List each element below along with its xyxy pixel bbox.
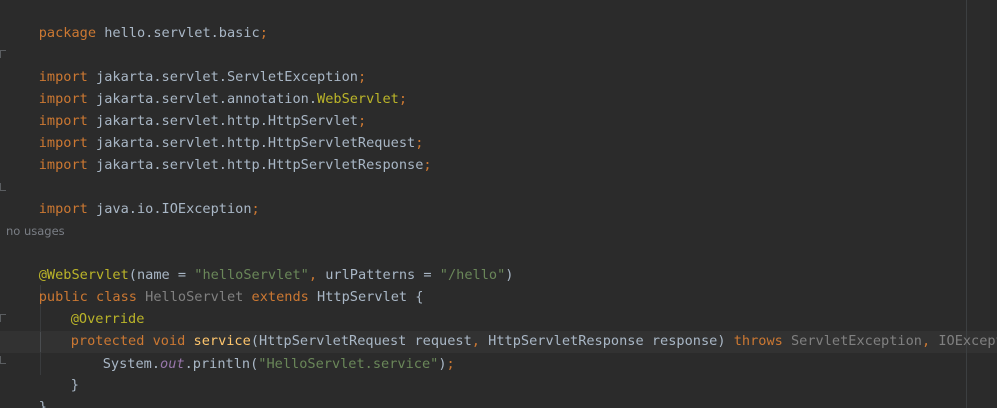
code-line-class-declaration[interactable]: public class HelloServlet extends HttpSe… (6, 264, 424, 305)
fold-marker-icon[interactable] (0, 356, 6, 364)
keyword: throws (733, 333, 783, 349)
import-path: java.io.IOException (87, 201, 252, 217)
comma: , (921, 333, 931, 349)
semicolon: ; (423, 157, 432, 173)
semicolon: ; (446, 356, 455, 372)
package-name: hello.servlet.basic (96, 25, 260, 41)
semicolon: ; (251, 201, 260, 217)
code-line-override[interactable]: @Override (38, 286, 145, 327)
keyword: package (38, 25, 97, 41)
code-line-import[interactable]: import jakarta.servlet.http.HttpServlet; (6, 88, 366, 129)
usages-inlay-hint[interactable]: no usages (6, 222, 65, 240)
exception-type: IOException (938, 333, 997, 349)
string-literal: "/hello" (439, 267, 506, 283)
code-line-method-signature[interactable]: protected void service(HttpServletReques… (38, 308, 997, 349)
code-line-import[interactable]: import jakarta.servlet.http.HttpServletR… (6, 110, 424, 151)
keyword: extends (243, 289, 309, 305)
code-line-closing-brace[interactable]: } (6, 374, 47, 408)
code-text: .println( (184, 356, 259, 372)
brace: } (38, 399, 47, 408)
code-line-import[interactable]: import jakarta.servlet.ServletException; (6, 44, 366, 85)
keyword: import (38, 157, 88, 173)
semicolon: ; (398, 91, 408, 107)
code-line-import[interactable]: import jakarta.servlet.annotation.WebSer… (6, 66, 407, 107)
keyword: import (38, 201, 88, 217)
code-text: System. (102, 356, 161, 372)
code-line-import[interactable]: import java.io.IOException; (6, 176, 260, 217)
code-line-import[interactable]: import jakarta.servlet.http.HttpServletR… (6, 132, 432, 173)
static-field: out (160, 356, 185, 372)
comma: , (471, 333, 480, 349)
code-text: ) (438, 356, 447, 372)
code-line-println[interactable]: System.out.println("HelloServlet.service… (70, 331, 455, 372)
semicolon: ; (259, 25, 268, 41)
code-editor[interactable]: package hello.servlet.basic; import jaka… (0, 0, 997, 408)
string-literal: "HelloServlet.service" (258, 356, 439, 372)
brace: } (70, 377, 79, 393)
code-text: HttpServletResponse response) (479, 333, 734, 349)
code-line-closing-brace[interactable]: } (38, 352, 79, 393)
code-line-package[interactable]: package hello.servlet.basic; (6, 0, 268, 41)
code-text: ) (505, 267, 514, 283)
code-line-annotation[interactable]: @WebServlet(name = "helloServlet", urlPa… (6, 242, 514, 283)
class-name: HelloServlet (136, 289, 244, 305)
import-path: jakarta.servlet.http.HttpServletResponse (87, 157, 424, 173)
exception-type: ServletException (782, 333, 922, 349)
base-class: HttpServlet { (308, 289, 424, 305)
